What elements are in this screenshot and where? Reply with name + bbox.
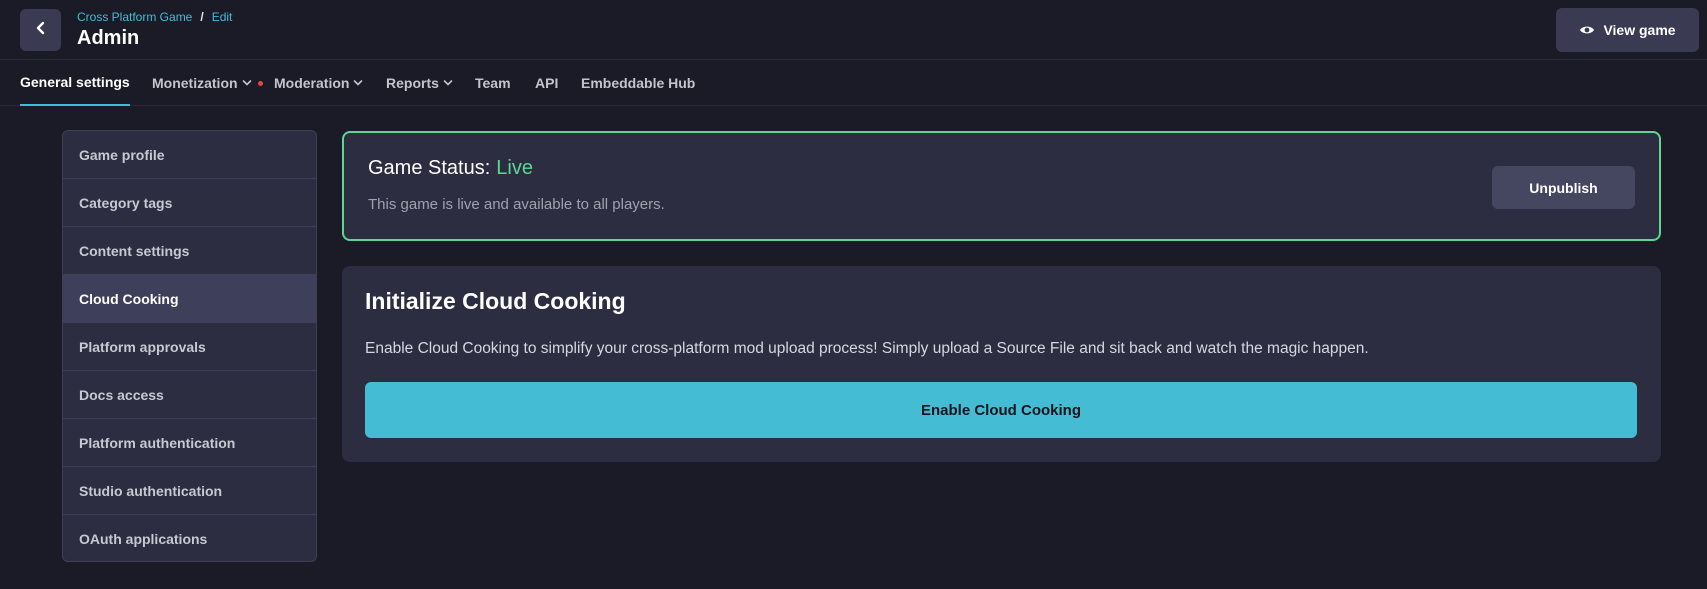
sidebar-item-platform-authentication[interactable]: Platform authentication xyxy=(63,419,316,467)
sidebar-item-label: Content settings xyxy=(79,242,190,259)
game-status-card: Game Status: Live This game is live and a… xyxy=(342,131,1661,241)
back-button[interactable] xyxy=(20,9,61,51)
game-status-heading: Game Status: Live xyxy=(368,157,533,180)
tab-api[interactable]: API xyxy=(535,60,558,106)
chevron-down-icon xyxy=(353,79,363,87)
game-status-description: This game is live and available to all p… xyxy=(368,196,665,213)
chevron-left-icon xyxy=(34,21,48,40)
view-game-label: View game xyxy=(1603,22,1676,38)
sidebar-item-label: Game profile xyxy=(79,146,165,163)
sidebar-item-game-profile[interactable]: Game profile xyxy=(63,131,316,179)
unpublish-button[interactable]: Unpublish xyxy=(1492,166,1635,209)
cloud-cooking-description: Enable Cloud Cooking to simplify your cr… xyxy=(365,340,1369,357)
tab-monetization[interactable]: Monetization xyxy=(152,60,263,106)
sidebar-item-label: Studio authentication xyxy=(79,482,223,499)
tab-label: Reports xyxy=(386,75,439,91)
breadcrumb-edit-link[interactable]: Edit xyxy=(212,10,233,24)
chevron-down-icon xyxy=(443,79,453,87)
tab-bar: General settings Monetization Moderation… xyxy=(0,60,1707,106)
breadcrumb-separator: / xyxy=(200,10,204,24)
sidebar-item-label: Platform approvals xyxy=(79,338,206,355)
breadcrumb-game-link[interactable]: Cross Platform Game xyxy=(77,10,192,24)
settings-sidebar: Game profile Category tags Content setti… xyxy=(62,130,317,562)
breadcrumb: Cross Platform Game / Edit xyxy=(77,10,232,24)
alert-dot xyxy=(257,80,263,86)
game-status-label: Game Status: xyxy=(368,157,491,179)
page-title: Admin xyxy=(77,27,140,49)
sidebar-item-label: Docs access xyxy=(79,386,164,403)
sidebar-item-studio-authentication[interactable]: Studio authentication xyxy=(63,467,316,515)
tab-label: Moderation xyxy=(274,75,350,91)
sidebar-item-label: OAuth applications xyxy=(79,531,208,547)
tab-label: Team xyxy=(475,75,511,91)
tab-general-settings[interactable]: General settings xyxy=(20,60,130,106)
sidebar-item-platform-approvals[interactable]: Platform approvals xyxy=(63,323,316,371)
tab-embeddable-hub[interactable]: Embeddable Hub xyxy=(581,60,695,106)
sidebar-item-cloud-cooking[interactable]: Cloud Cooking xyxy=(63,275,316,323)
tab-label: Embeddable Hub xyxy=(581,75,696,91)
sidebar-item-category-tags[interactable]: Category tags xyxy=(63,179,316,227)
sidebar-item-docs-access[interactable]: Docs access xyxy=(63,371,316,419)
tab-label: Monetization xyxy=(152,75,238,91)
chevron-down-icon xyxy=(242,79,252,87)
sidebar-item-content-settings[interactable]: Content settings xyxy=(63,227,316,275)
enable-cloud-cooking-button[interactable]: Enable Cloud Cooking xyxy=(365,382,1637,438)
tab-label: General settings xyxy=(20,74,130,90)
sidebar-item-label: Platform authentication xyxy=(79,434,236,451)
game-status-value: Live xyxy=(496,157,533,179)
tab-label: API xyxy=(535,75,559,91)
cloud-cooking-card: Initialize Cloud Cooking Enable Cloud Co… xyxy=(342,266,1661,462)
sidebar-item-label: Cloud Cooking xyxy=(79,290,179,307)
cloud-cooking-title: Initialize Cloud Cooking xyxy=(365,288,626,314)
view-game-button[interactable]: View game xyxy=(1556,8,1699,52)
tab-team[interactable]: Team xyxy=(475,60,511,106)
sidebar-item-oauth-applications[interactable]: OAuth applications xyxy=(63,515,316,561)
sidebar-item-label: Category tags xyxy=(79,194,173,211)
tab-moderation[interactable]: Moderation xyxy=(274,60,363,106)
tab-reports[interactable]: Reports xyxy=(386,60,453,106)
eye-icon xyxy=(1579,24,1595,36)
top-header: Cross Platform Game / Edit Admin View ga… xyxy=(0,0,1707,60)
